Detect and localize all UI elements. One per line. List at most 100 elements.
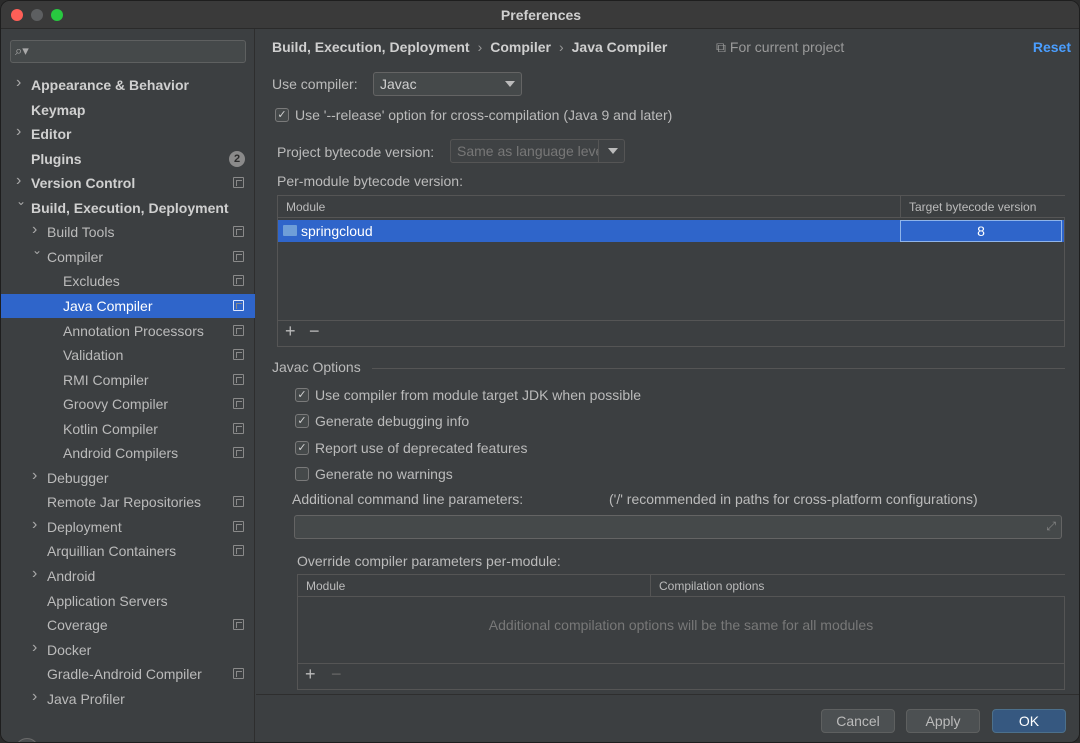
bytecode-select[interactable]: Same as language level xyxy=(450,139,625,163)
sidebar-item-label: Plugins xyxy=(31,150,82,167)
table-divider xyxy=(298,663,1064,664)
project-settings-icon xyxy=(233,398,244,410)
sidebar-item[interactable]: › Deployment xyxy=(1,515,255,539)
window-title: Preferences xyxy=(500,7,582,23)
sidebar-item[interactable]: › Android xyxy=(1,564,255,588)
sidebar-item[interactable]: Groovy Compiler xyxy=(1,392,255,416)
release-label: Use '--release' option for cross-compila… xyxy=(295,107,673,123)
sidebar-item[interactable]: › Build Tools xyxy=(1,220,255,244)
breadcrumb-item[interactable]: Build, Execution, Deployment xyxy=(272,39,470,55)
project-settings-icon xyxy=(233,619,244,631)
sidebar-item[interactable]: › Debugger xyxy=(1,466,255,490)
chevron-right-icon[interactable]: › xyxy=(32,467,37,485)
chevron-down-icon[interactable]: ⌄ xyxy=(16,194,26,208)
sidebar-item[interactable]: Java Compiler xyxy=(1,293,255,318)
option-label: Report use of deprecated features xyxy=(315,440,528,456)
chevron-down-icon xyxy=(608,148,618,154)
sidebar-item[interactable]: › Editor xyxy=(1,122,255,146)
breadcrumb: Build, Execution, Deployment › Compiler › Ja… xyxy=(272,39,667,55)
sidebar-item[interactable]: › Appearance & Behavior xyxy=(1,73,255,97)
project-settings-icon xyxy=(233,299,244,311)
sidebar-item-label: Java Compiler xyxy=(63,297,153,314)
column-target-version[interactable]: Target bytecode version xyxy=(900,196,1065,218)
sidebar-item-label: Application Servers xyxy=(47,592,168,609)
project-settings-icon xyxy=(233,177,244,189)
option-checkbox[interactable]: ✓ xyxy=(295,388,309,402)
sidebar-item[interactable]: ⌄ Compiler xyxy=(1,243,255,269)
column-module[interactable]: Module xyxy=(278,196,900,218)
sidebar-item[interactable]: Remote Jar Repositories xyxy=(1,490,255,514)
search-input[interactable]: ⌕▾ xyxy=(10,40,246,63)
sidebar-item-label: Remote Jar Repositories xyxy=(47,494,202,511)
option-checkbox[interactable]: ✓ xyxy=(295,414,309,428)
empty-text: Additional compilation options will be t… xyxy=(488,617,874,633)
option-checkbox[interactable] xyxy=(295,467,309,481)
option-checkbox[interactable]: ✓ xyxy=(295,441,309,455)
sidebar-item-label: Annotation Processors xyxy=(63,322,204,339)
chevron-right-icon[interactable]: › xyxy=(16,172,21,190)
chevron-down-icon[interactable]: ⌄ xyxy=(32,243,42,257)
breadcrumb-item: Java Compiler xyxy=(571,39,668,55)
chevron-right-icon[interactable]: › xyxy=(32,688,37,706)
remove-icon[interactable]: − xyxy=(309,321,320,342)
sidebar-item[interactable]: Arquillian Containers xyxy=(1,539,255,563)
sidebar-item[interactable]: Android Compilers xyxy=(1,441,255,465)
release-checkbox[interactable]: ✓ xyxy=(275,108,289,122)
expand-icon[interactable]: ⤢ xyxy=(1046,519,1056,534)
sidebar-item-label: Build, Execution, Deployment xyxy=(31,199,229,216)
sidebar-item[interactable]: Keymap xyxy=(1,98,255,122)
compiler-select[interactable]: Javac xyxy=(373,72,522,96)
add-icon[interactable]: + xyxy=(305,664,316,685)
sidebar-item[interactable]: › Java Profiler xyxy=(1,687,255,711)
option-label: Generate no warnings xyxy=(315,466,453,482)
chevron-right-icon[interactable]: › xyxy=(32,639,37,657)
sidebar-item-label: Deployment xyxy=(47,518,122,535)
sidebar-item[interactable]: RMI Compiler xyxy=(1,368,255,392)
project-settings-icon xyxy=(233,324,244,336)
chevron-right-icon[interactable]: › xyxy=(32,516,37,534)
sidebar-item[interactable]: Coverage xyxy=(1,613,255,637)
chevron-right-icon: › xyxy=(477,39,483,55)
table-row[interactable]: springcloud 8 xyxy=(278,220,1064,242)
sidebar-item[interactable]: › Docker xyxy=(1,638,255,662)
params-input[interactable]: ⤢ xyxy=(294,515,1062,539)
chevron-right-icon[interactable]: › xyxy=(16,123,21,141)
sidebar-item[interactable]: ⌄ Build, Execution, Deployment xyxy=(1,194,255,220)
sidebar-item-label: Keymap xyxy=(31,101,86,118)
chevron-right-icon[interactable]: › xyxy=(32,565,37,583)
project-settings-icon xyxy=(233,447,244,459)
per-module-label: Per-module bytecode version: xyxy=(277,173,463,189)
sidebar-item-label: Android xyxy=(47,568,96,584)
sidebar-item[interactable]: Kotlin Compiler xyxy=(1,417,255,441)
cancel-button[interactable]: Cancel xyxy=(821,709,895,733)
params-label: Additional command line parameters: xyxy=(292,491,524,507)
chevron-down-icon xyxy=(505,81,515,87)
search-icon: ⌕▾ xyxy=(15,43,29,58)
sidebar-item-label: Debugger xyxy=(47,469,109,486)
sidebar-item-label: Version Control xyxy=(31,175,136,192)
chevron-right-icon[interactable]: › xyxy=(16,74,21,92)
sidebar-item[interactable]: Validation xyxy=(1,343,255,367)
help-button[interactable]: ? xyxy=(15,738,39,742)
chevron-right-icon[interactable]: › xyxy=(32,221,37,239)
column-compilation-options[interactable]: Compilation options xyxy=(650,575,1065,597)
reset-link[interactable]: Reset xyxy=(1033,39,1071,55)
project-settings-icon xyxy=(233,545,244,557)
sidebar-item-label: Appearance & Behavior xyxy=(31,77,189,93)
sidebar-item[interactable]: › Version Control xyxy=(1,171,255,195)
ok-button[interactable]: OK xyxy=(992,709,1066,733)
scope-label: ⧉ For current project xyxy=(716,39,844,56)
version-cell[interactable]: 8 xyxy=(900,220,1062,242)
sidebar-item[interactable]: Excludes xyxy=(1,269,255,293)
sidebar-item[interactable]: Plugins 2 xyxy=(1,147,255,171)
sidebar-item[interactable]: Application Servers xyxy=(1,589,255,613)
apply-button[interactable]: Apply xyxy=(906,709,980,733)
column-module[interactable]: Module xyxy=(298,575,650,597)
breadcrumb-item[interactable]: Compiler xyxy=(490,39,551,55)
compiler-value: Javac xyxy=(380,76,417,92)
sidebar-item-label: RMI Compiler xyxy=(63,371,149,388)
sidebar-item[interactable]: Gradle-Android Compiler xyxy=(1,662,255,686)
sidebar-item[interactable]: Annotation Processors xyxy=(1,319,255,343)
add-icon[interactable]: + xyxy=(285,321,296,342)
sidebar-item-label: Coverage xyxy=(47,617,108,634)
